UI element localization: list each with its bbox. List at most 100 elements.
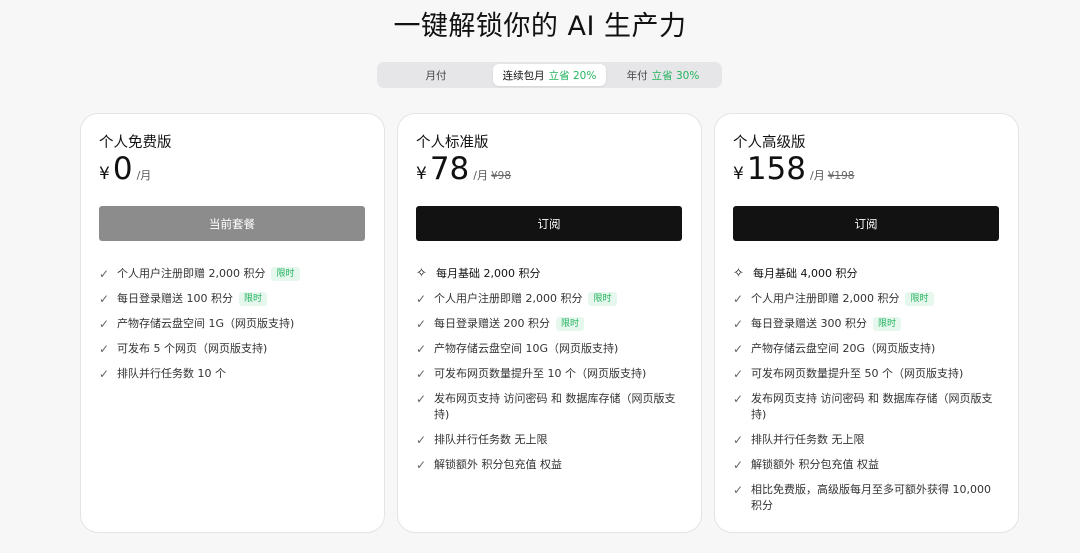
feature-item: ✓ 可发布网页数量提升至 50 个（网页版支持): [733, 366, 1005, 382]
feature-item: ✓ 排队并行任务数 10 个: [99, 366, 371, 382]
subscribe-button[interactable]: 订阅: [733, 206, 999, 241]
check-icon: ✓: [99, 267, 110, 281]
price-period: /月: [473, 169, 488, 182]
tab-yearly[interactable]: 年付 立省 30%: [606, 64, 720, 86]
check-icon: ✓: [733, 458, 744, 472]
check-icon: ✓: [733, 392, 744, 406]
check-icon: ✓: [99, 292, 110, 306]
feature-text: 排队并行任务数 无上限: [434, 433, 548, 446]
check-icon: ✓: [733, 483, 744, 497]
tab-monthly-label: 月付: [425, 69, 447, 82]
price-period: /月: [136, 169, 152, 182]
feature-list: ✓ 个人用户注册即赠 2,000 积分 限时 ✓ 每日登录赠送 100 积分 限时 …: [99, 266, 371, 391]
sparkle-icon: ✧: [733, 266, 744, 281]
feature-text: 可发布 5 个网页（网页版支持): [117, 342, 268, 355]
feature-text: 发布网页支持 访问密码 和 数据库存储（网页版支持): [434, 392, 676, 421]
feature-text: 每月基础 4,000 积分: [753, 267, 858, 280]
feature-text: 产物存储云盘空间 10G（网页版支持): [434, 342, 619, 355]
feature-item: ✓ 每日登录赠送 300 积分 限时: [733, 316, 1005, 332]
tab-monthly[interactable]: 月付: [379, 64, 493, 86]
plan-name: 个人标准版: [416, 135, 489, 151]
feature-text: 个人用户注册即赠 2,000 积分: [117, 267, 266, 280]
feature-item: ✓ 个人用户注册即赠 2,000 积分 限时: [733, 291, 1005, 307]
currency-symbol: ¥: [416, 164, 427, 184]
feature-text: 排队并行任务数 无上限: [751, 433, 865, 446]
currency-symbol: ¥: [99, 164, 110, 184]
feature-item: ✓ 个人用户注册即赠 2,000 积分 限时: [99, 266, 371, 282]
check-icon: ✓: [733, 367, 744, 381]
check-icon: ✓: [416, 433, 427, 447]
feature-item: ✓ 发布网页支持 访问密码 和 数据库存储（网页版支持): [416, 391, 688, 423]
price-amount: 158: [746, 151, 806, 187]
feature-text: 产物存储云盘空间 20G（网页版支持): [751, 342, 936, 355]
billing-toggle: 月付 连续包月 立省 20% 年付 立省 30%: [377, 62, 722, 88]
currency-symbol: ¥: [733, 164, 744, 184]
plan-card-free: 个人免费版 ¥ 0 /月 当前套餐 ✓ 个人用户注册即赠 2,000 积分 限时 …: [80, 113, 385, 533]
feature-item: ✓ 产物存储云盘空间 1G（网页版支持): [99, 316, 371, 332]
feature-item: ✓ 每日登录赠送 100 积分 限时: [99, 291, 371, 307]
check-icon: ✓: [733, 292, 744, 306]
price-row: ¥ 158 /月 ¥198: [733, 154, 854, 185]
feature-text: 个人用户注册即赠 2,000 积分: [434, 292, 583, 305]
check-icon: ✓: [733, 317, 744, 331]
tab-continuous-label: 连续包月: [502, 69, 545, 82]
price-period: /月: [810, 169, 825, 182]
limited-badge: 限时: [905, 292, 934, 306]
feature-list: ✧ 每月基础 4,000 积分 ✓ 个人用户注册即赠 2,000 积分 限时 ✓ …: [733, 266, 1005, 523]
plan-name: 个人免费版: [99, 135, 172, 151]
discount-label: 立省 30%: [651, 69, 700, 82]
feature-text: 排队并行任务数 10 个: [117, 367, 226, 380]
check-icon: ✓: [416, 392, 427, 406]
check-icon: ✓: [416, 458, 427, 472]
feature-highlight: ✧ 每月基础 2,000 积分: [416, 266, 688, 282]
sparkle-icon: ✧: [416, 266, 427, 281]
feature-text: 产物存储云盘空间 1G（网页版支持): [117, 317, 295, 330]
check-icon: ✓: [99, 342, 110, 356]
check-icon: ✓: [416, 367, 427, 381]
price-amount: 0: [112, 151, 133, 187]
feature-item: ✓ 解锁额外 积分包充值 权益: [733, 457, 1005, 473]
feature-text: 可发布网页数量提升至 50 个（网页版支持): [751, 367, 964, 380]
check-icon: ✓: [733, 433, 744, 447]
check-icon: ✓: [99, 317, 110, 331]
feature-highlight: ✧ 每月基础 4,000 积分: [733, 266, 1005, 282]
feature-text: 个人用户注册即赠 2,000 积分: [751, 292, 900, 305]
check-icon: ✓: [416, 292, 427, 306]
feature-item: ✓ 可发布网页数量提升至 10 个（网页版支持): [416, 366, 688, 382]
discount-label: 立省 20%: [548, 69, 597, 82]
feature-item: ✓ 可发布 5 个网页（网页版支持): [99, 341, 371, 357]
price-amount: 78: [429, 151, 470, 187]
subscribe-button[interactable]: 订阅: [416, 206, 682, 241]
feature-text: 每日登录赠送 100 积分: [117, 292, 233, 305]
feature-item: ✓ 产物存储云盘空间 20G（网页版支持): [733, 341, 1005, 357]
price-row: ¥ 0 /月: [99, 154, 151, 185]
check-icon: ✓: [416, 342, 427, 356]
feature-text: 解锁额外 积分包充值 权益: [434, 458, 562, 471]
feature-text: 每月基础 2,000 积分: [436, 267, 541, 280]
check-icon: ✓: [99, 367, 110, 381]
limited-badge: 限时: [588, 292, 617, 306]
feature-item: ✓ 排队并行任务数 无上限: [416, 432, 688, 448]
limited-badge: 限时: [271, 267, 300, 281]
limited-badge: 限时: [873, 317, 902, 331]
feature-text: 相比免费版，高级版每月至多可额外获得 10,000 积分: [751, 483, 991, 512]
feature-item: ✓ 排队并行任务数 无上限: [733, 432, 1005, 448]
limited-badge: 限时: [239, 292, 268, 306]
feature-text: 每日登录赠送 300 积分: [751, 317, 867, 330]
price-row: ¥ 78 /月 ¥98: [416, 154, 511, 185]
tab-continuous-monthly[interactable]: 连续包月 立省 20%: [493, 64, 606, 86]
feature-text: 可发布网页数量提升至 10 个（网页版支持): [434, 367, 647, 380]
original-price: ¥198: [827, 170, 855, 182]
feature-item: ✓ 产物存储云盘空间 10G（网页版支持): [416, 341, 688, 357]
feature-list: ✧ 每月基础 2,000 积分 ✓ 个人用户注册即赠 2,000 积分 限时 ✓ …: [416, 266, 688, 482]
limited-badge: 限时: [556, 317, 585, 331]
feature-text: 解锁额外 积分包充值 权益: [751, 458, 879, 471]
feature-item: ✓ 每日登录赠送 200 积分 限时: [416, 316, 688, 332]
feature-item: ✓ 发布网页支持 访问密码 和 数据库存储（网页版支持): [733, 391, 1005, 423]
feature-text: 每日登录赠送 200 积分: [434, 317, 550, 330]
plan-card-standard: 个人标准版 ¥ 78 /月 ¥98 订阅 ✧ 每月基础 2,000 积分 ✓ 个…: [397, 113, 702, 533]
current-plan-button[interactable]: 当前套餐: [99, 206, 365, 241]
plan-name: 个人高级版: [733, 135, 806, 151]
feature-item: ✓ 相比免费版，高级版每月至多可额外获得 10,000 积分: [733, 482, 1005, 514]
page-title: 一键解锁你的 AI 生产力: [393, 11, 687, 42]
